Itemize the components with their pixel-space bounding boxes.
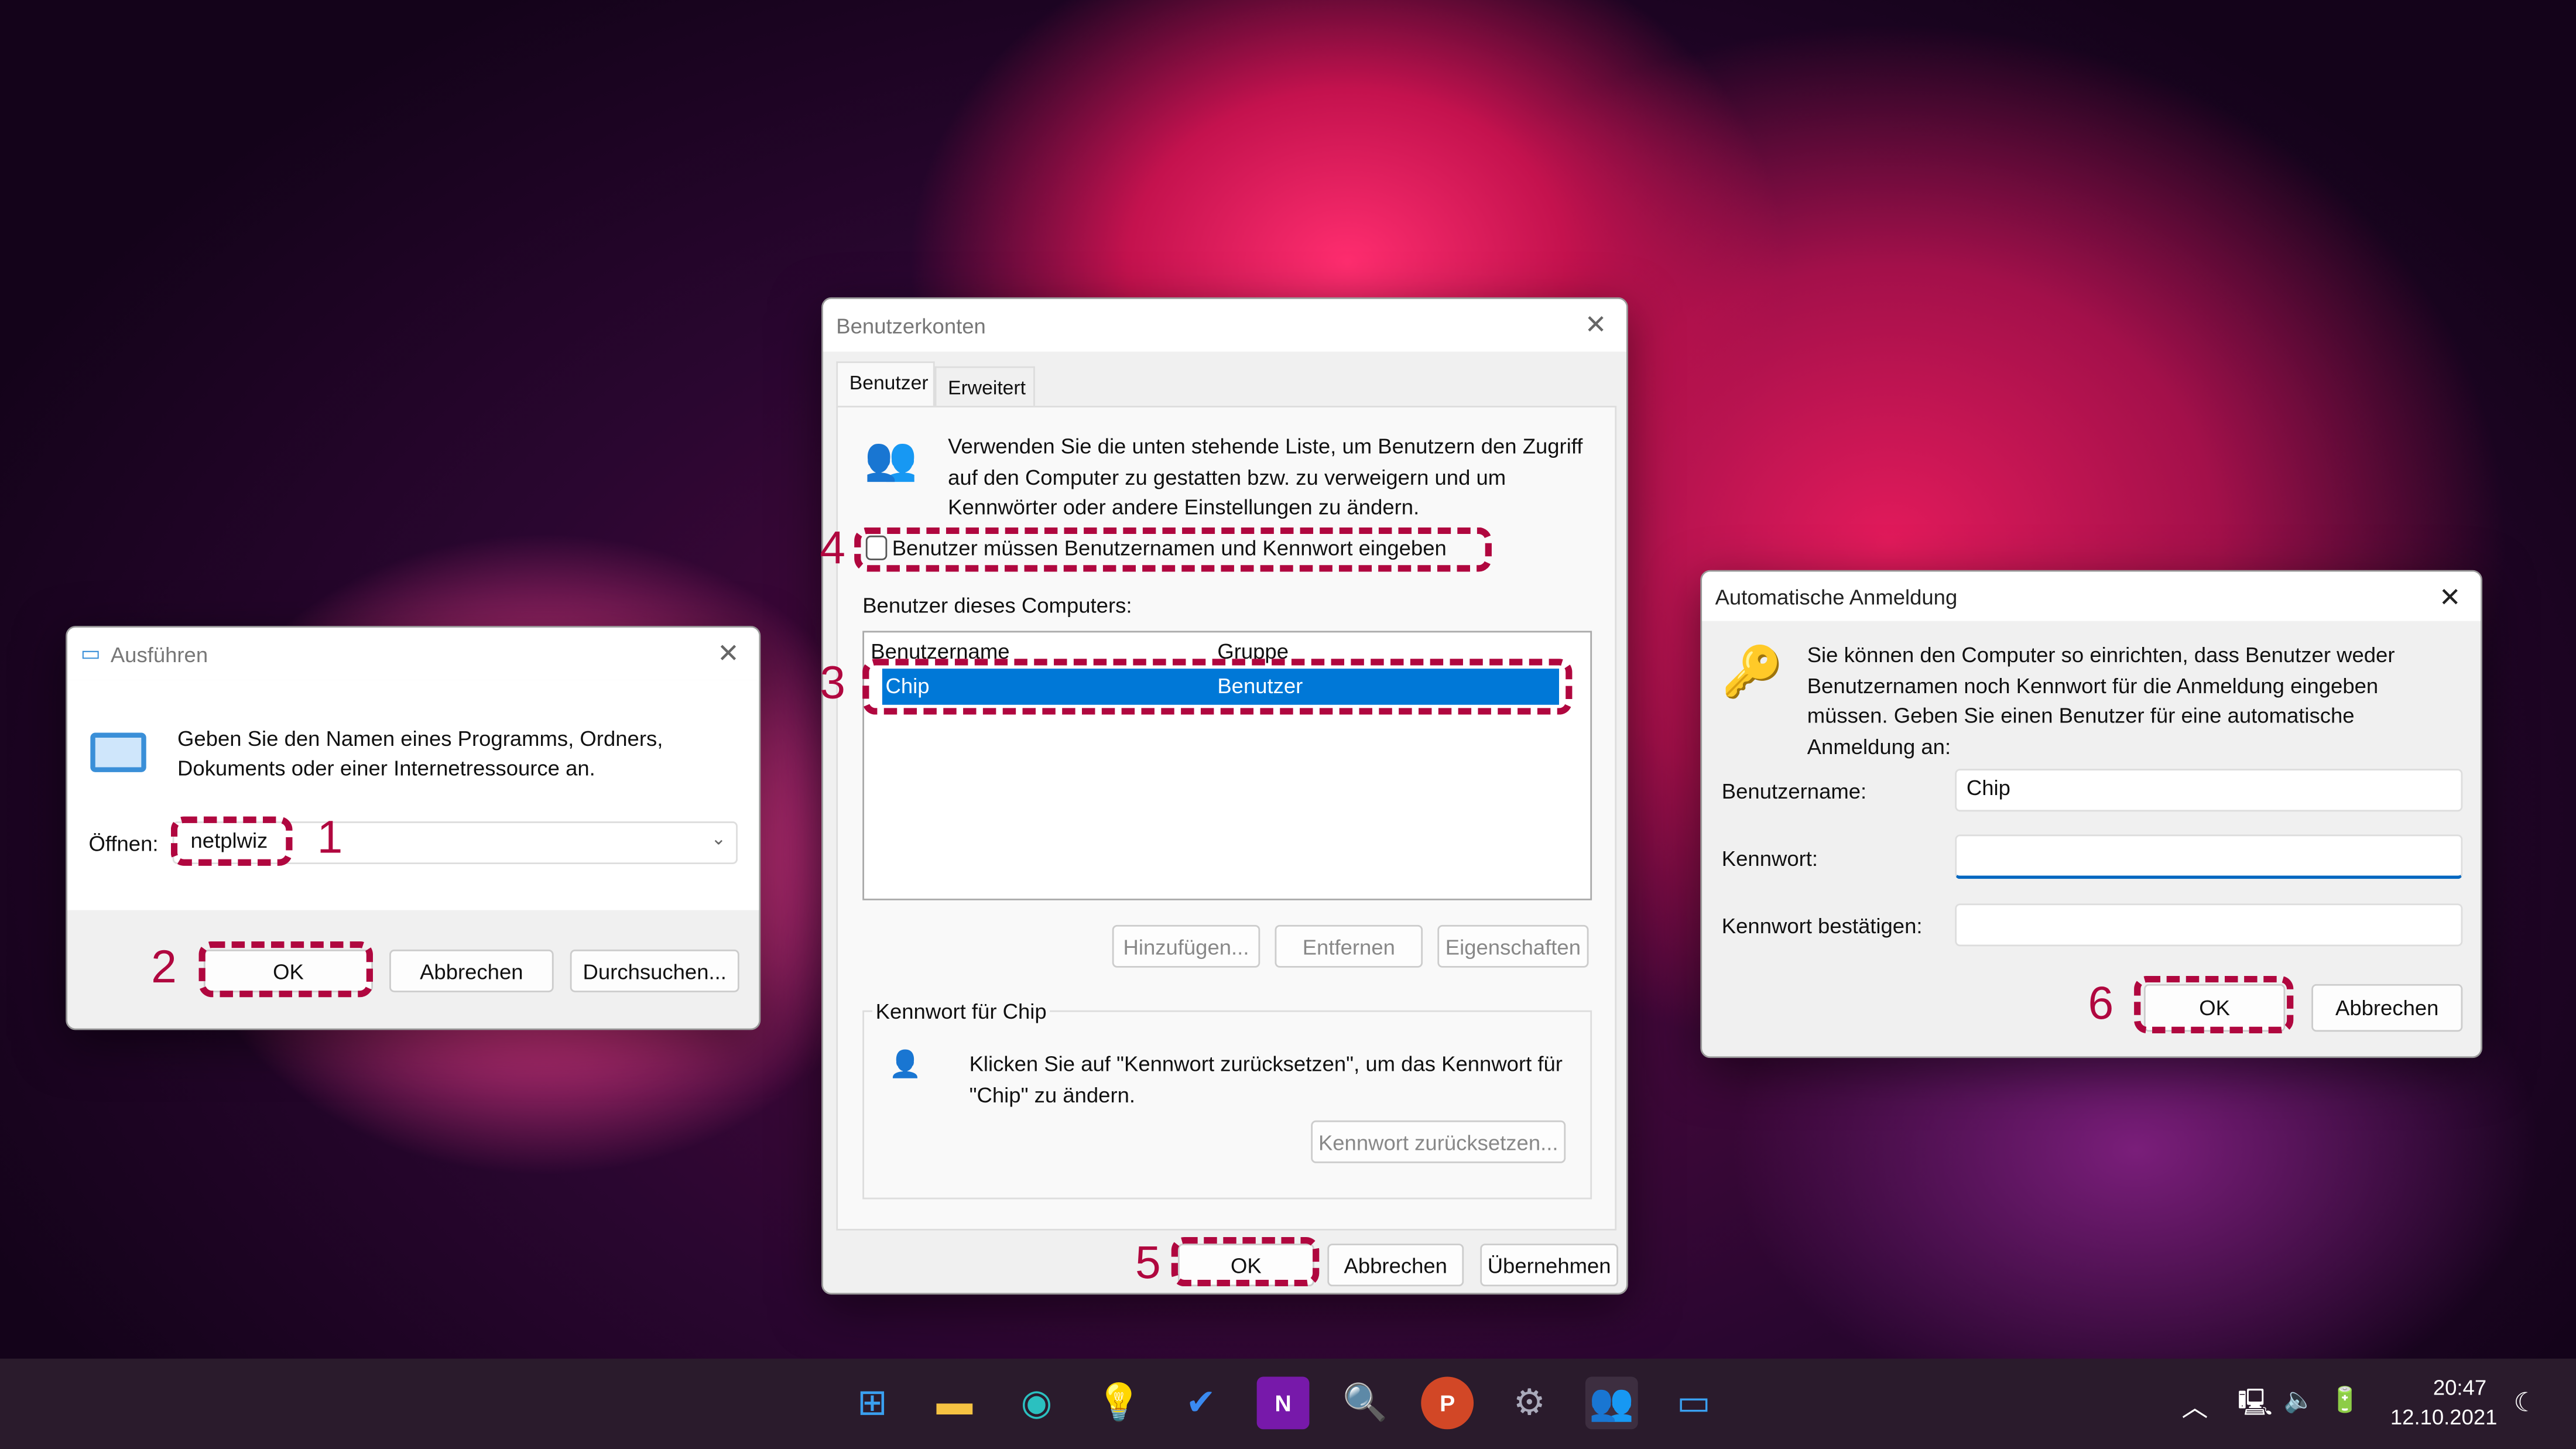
password-group-label: Kennwort für Chip (872, 999, 1050, 1024)
password-field[interactable] (1955, 834, 2463, 879)
todo-icon[interactable]: ✔ (1174, 1377, 1227, 1430)
remove-button[interactable]: Entfernen (1275, 924, 1423, 968)
description: Geben Sie den Namen eines Programms, Ord… (177, 726, 663, 780)
close-icon[interactable]: ✕ (717, 638, 739, 670)
powerpoint-icon[interactable]: P (1421, 1376, 1474, 1430)
settings-icon[interactable]: ⚙ (1503, 1377, 1556, 1430)
file-explorer-icon[interactable]: ▬ (928, 1377, 981, 1430)
step-number: 1 (317, 811, 343, 863)
cancel-button[interactable]: Abbrechen (1327, 1244, 1464, 1287)
user-accounts-icon[interactable]: 👥 (1585, 1376, 1638, 1430)
cancel-button[interactable]: Abbrechen (2311, 984, 2463, 1032)
open-label: Öffnen: (88, 831, 159, 856)
search-icon[interactable]: 🔍 (1339, 1377, 1392, 1430)
tab-users[interactable]: Benutzer (836, 361, 935, 407)
step-number: 6 (2088, 977, 2114, 1029)
username-field[interactable]: Chip (1955, 769, 2463, 812)
description: Sie können den Computer so einrichten, d… (1807, 642, 2395, 759)
annotation-box-2 (198, 941, 373, 998)
battery-icon[interactable]: 🔋 (2330, 1385, 2360, 1414)
edge-icon[interactable]: ◉ (1010, 1377, 1063, 1430)
users-icon: 👥 (864, 433, 917, 483)
windows-start-icon[interactable]: ⊞ (846, 1377, 899, 1430)
window-title: Automatische Anmeldung (1715, 584, 1958, 609)
annotation-box-1 (170, 816, 293, 866)
title-bar: Automatische Anmeldung ✕ (1702, 571, 2481, 621)
run-icon: ▭ (80, 640, 101, 666)
close-icon[interactable]: ✕ (2439, 581, 2461, 614)
title-bar: Benutzerkonten ✕ (823, 299, 1627, 352)
step-number: 3 (820, 657, 845, 708)
annotation-box-5 (1171, 1236, 1320, 1287)
user-key-icon: 👤 (889, 1051, 922, 1080)
keys-icon: 🔑 (1721, 645, 1783, 700)
intro-text: Verwenden Sie die unten stehende Liste, … (948, 433, 1583, 519)
desktop: ▭ Ausführen ✕ Geben Sie den Namen eines Pr… (0, 0, 2576, 1449)
tips-icon[interactable]: 💡 (1092, 1377, 1145, 1430)
user-accounts-dialog: Benutzerkonten ✕ Benutzer Erweitert 👥 Ver… (821, 297, 1628, 1295)
clock-date[interactable]: 12.10.2021 (2390, 1405, 2498, 1429)
reset-password-button[interactable]: Kennwort zurücksetzen... (1311, 1120, 1566, 1163)
focus-assist-icon[interactable]: ☾ (2513, 1386, 2537, 1419)
annotation-box-4 (854, 527, 1492, 572)
annotation-box-3 (862, 659, 1573, 715)
tab-advanced[interactable]: Erweitert (934, 366, 1035, 407)
volume-icon[interactable]: 🔈 (2283, 1385, 2314, 1414)
taskbar: ⊞ ▬ ◉ 💡 ✔ N 🔍 P ⚙ 👥 ▭ ︿ 🖳 🔈 🔋 20:47 12.1… (0, 1358, 2576, 1449)
step-number: 5 (1135, 1236, 1161, 1288)
run-large-icon (90, 732, 146, 772)
title-bar: ▭ Ausführen ✕ (67, 627, 759, 680)
chevron-down-icon[interactable]: ⌄ (711, 828, 726, 849)
password-label: Kennwort: (1721, 846, 1818, 871)
window-title: Benutzerkonten (836, 313, 986, 338)
apply-button[interactable]: Übernehmen (1480, 1244, 1619, 1287)
password-text: Klicken Sie auf "Kennwort zurücksetzen",… (969, 1051, 1563, 1107)
username-label: Benutzername: (1721, 779, 1867, 804)
network-icon[interactable]: 🖳 (2238, 1385, 2273, 1430)
confirm-password-field[interactable] (1955, 903, 2463, 947)
window-title: Ausführen (110, 641, 208, 666)
cancel-button[interactable]: Abbrechen (389, 949, 554, 992)
browse-button[interactable]: Durchsuchen... (570, 949, 739, 992)
step-number: 2 (151, 941, 177, 992)
clock-time[interactable]: 20:47 (2433, 1375, 2486, 1400)
step-number: 4 (820, 522, 845, 574)
onenote-icon[interactable]: N (1256, 1376, 1310, 1430)
annotation-box-6 (2134, 975, 2294, 1034)
confirm-password-label: Kennwort bestätigen: (1721, 913, 1923, 938)
chevron-up-icon[interactable]: ︿ (2182, 1385, 2208, 1424)
properties-button[interactable]: Eigenschaften (1437, 924, 1589, 968)
close-icon[interactable]: ✕ (1585, 309, 1607, 342)
users-label: Benutzer dieses Computers: (862, 593, 1132, 618)
add-button[interactable]: Hinzufügen... (1112, 924, 1260, 968)
run-icon[interactable]: ▭ (1667, 1377, 1720, 1430)
